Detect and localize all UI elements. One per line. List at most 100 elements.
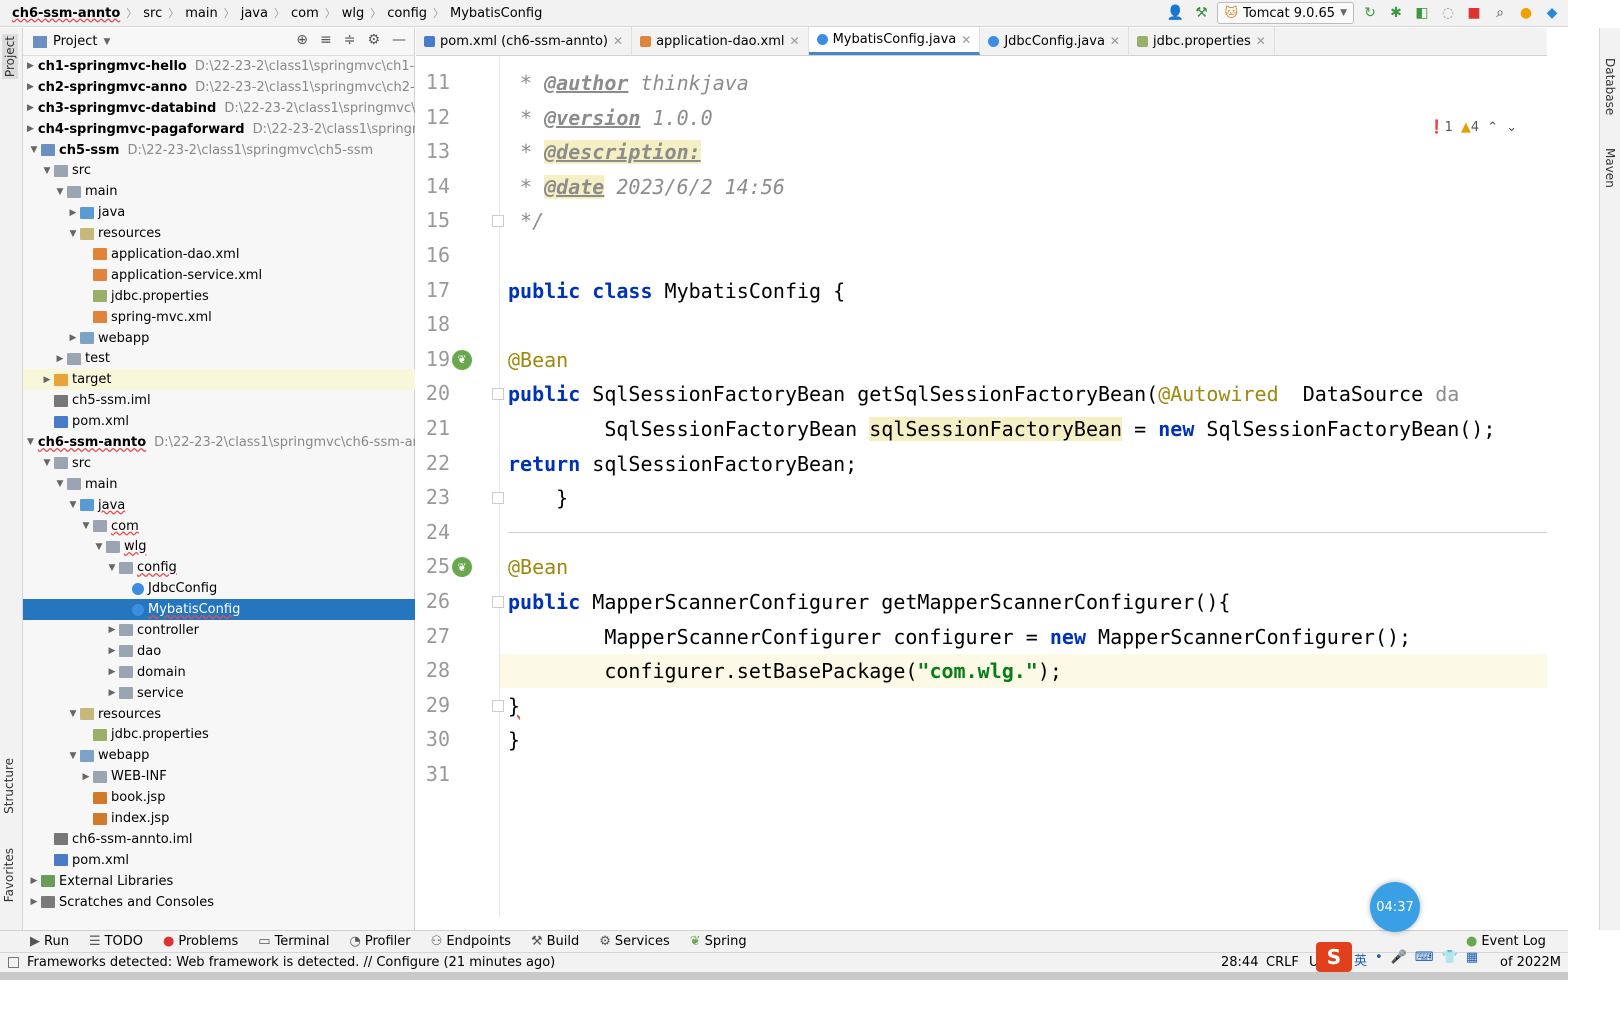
line-number[interactable]: 13 <box>420 139 450 163</box>
chevron-right-icon[interactable]: ▶ <box>27 124 34 134</box>
tree-item[interactable]: ▶ java <box>23 202 415 223</box>
tree-item[interactable]: ▼ resources <box>23 704 415 725</box>
line-number[interactable]: 25 <box>420 554 450 578</box>
chevron-down-icon[interactable]: ▼ <box>66 751 80 761</box>
line-number[interactable]: 28 <box>420 658 450 682</box>
tree-item[interactable]: ▼ main <box>23 181 415 202</box>
line-number[interactable]: 22 <box>420 451 450 475</box>
locate-icon[interactable]: ⊕ <box>296 32 308 48</box>
status-checkbox-icon[interactable] <box>8 957 19 968</box>
chevron-down-icon[interactable]: ▼ <box>92 542 106 552</box>
tree-item[interactable]: pom.xml <box>23 850 415 871</box>
code-line[interactable]: @Bean <box>508 550 568 584</box>
line-number[interactable]: 21 <box>420 416 450 440</box>
close-icon[interactable]: ✕ <box>1256 34 1266 48</box>
tree-item[interactable]: ▶ service <box>23 683 415 704</box>
structure-side-tab[interactable]: Structure <box>2 758 16 814</box>
build-hammer-icon[interactable]: ⚒ <box>1191 3 1211 23</box>
stop-icon[interactable]: ■ <box>1464 3 1484 23</box>
line-number[interactable]: 26 <box>420 589 450 613</box>
collapse-all-icon[interactable]: ≑ <box>344 32 356 48</box>
tree-item[interactable]: ▶ ch3-springmvc-databind D:\22-23-2\class1… <box>23 98 415 119</box>
line-number[interactable]: 23 <box>420 485 450 509</box>
spring-bean-icon[interactable]: ❦ <box>452 557 472 578</box>
tree-item[interactable]: ▼ ch6-ssm-annto D:\22-23-2\class1\springmv… <box>23 432 415 453</box>
line-number[interactable]: 17 <box>420 278 450 302</box>
tree-item[interactable]: ch5-ssm.iml <box>23 390 415 411</box>
code-line[interactable]: public MapperScannerConfigurer getMapper… <box>508 585 1230 619</box>
tree-item[interactable]: ▶ webapp <box>23 328 415 349</box>
tree-item[interactable]: ▼ config <box>23 557 415 578</box>
breadcrumb-item[interactable]: ch6-ssm-annto <box>12 6 120 21</box>
chevron-down-icon[interactable]: ▼ <box>53 187 67 197</box>
code-line[interactable]: * @date 2023/6/2 14:56 <box>508 170 785 204</box>
gear-icon[interactable]: ⚙ <box>367 32 380 48</box>
line-number[interactable]: 11 <box>420 70 450 94</box>
editor-tab[interactable]: JdbcConfig.java ✕ <box>980 27 1129 55</box>
chevron-down-icon[interactable]: ▼ <box>103 37 110 47</box>
shirt-icon[interactable]: 👕 <box>1442 950 1458 969</box>
code-editor[interactable]: ❗1 ▲4 ⌃ ⌄ * @author thinkjava * @version… <box>500 57 1547 917</box>
chevron-right-icon[interactable]: ▶ <box>27 61 34 71</box>
user-icon[interactable]: 👤 <box>1165 3 1185 23</box>
code-line[interactable]: * @description: <box>508 135 701 169</box>
chevron-right-icon[interactable]: ▶ <box>27 103 34 113</box>
editor-tab[interactable]: pom.xml (ch6-ssm-annto) ✕ <box>416 27 633 55</box>
favorites-side-tab[interactable]: Favorites <box>2 848 16 902</box>
line-number[interactable]: 20 <box>420 381 450 405</box>
chevron-down-icon[interactable]: ▼ <box>66 500 80 510</box>
editor-tab[interactable]: jdbc.properties ✕ <box>1129 27 1275 55</box>
code-line[interactable]: public SqlSessionFactoryBean getSqlSessi… <box>508 377 1459 411</box>
chevron-right-icon[interactable]: ▶ <box>27 876 41 886</box>
profile-icon[interactable]: ◌ <box>1438 3 1458 23</box>
tool-window-button[interactable]: ▭ Terminal <box>258 934 329 949</box>
code-line[interactable]: } <box>508 481 568 515</box>
tree-item[interactable]: ▶ Scratches and Consoles <box>23 892 415 913</box>
close-icon[interactable]: ✕ <box>1110 34 1120 48</box>
rerun-icon[interactable]: ↻ <box>1360 3 1380 23</box>
tree-item[interactable]: ▼ webapp <box>23 745 415 766</box>
chevron-down-icon[interactable]: ▼ <box>40 166 54 176</box>
code-line[interactable]: } <box>508 689 520 723</box>
expand-all-icon[interactable]: ≡ <box>320 32 332 48</box>
caret-position[interactable]: 28:44 <box>1221 955 1258 970</box>
tool-window-button[interactable]: ☰ TODO <box>89 934 143 949</box>
tool-window-button[interactable]: ⚒ Build <box>531 934 579 949</box>
chevron-down-icon[interactable]: ▼ <box>105 563 119 573</box>
chevron-right-icon[interactable]: ▶ <box>66 208 80 218</box>
code-line[interactable]: MapperScannerConfigurer configurer = new… <box>508 620 1411 654</box>
chevron-down-icon[interactable]: ▼ <box>53 479 67 489</box>
tree-item[interactable]: pom.xml <box>23 411 415 432</box>
chevron-right-icon[interactable]: ▶ <box>105 667 119 677</box>
database-side-tab[interactable]: Database <box>1603 58 1617 115</box>
line-number[interactable]: 18 <box>420 312 450 336</box>
editor-tab[interactable]: application-dao.xml ✕ <box>632 27 809 55</box>
tree-item[interactable]: ▼ src <box>23 160 415 181</box>
project-panel-title[interactable]: Project <box>53 34 97 49</box>
chevron-down-icon[interactable]: ▼ <box>40 458 54 468</box>
tree-item[interactable]: ch6-ssm-annto.iml <box>23 829 415 850</box>
tree-item[interactable]: jdbc.properties <box>23 725 415 746</box>
tree-item[interactable]: ▼ ch5-ssm D:\22-23-2\class1\springmvc\ch5-… <box>23 140 415 161</box>
debug-icon[interactable]: ✱ <box>1386 3 1406 23</box>
chevron-right-icon[interactable]: ▶ <box>79 772 93 782</box>
chevron-right-icon[interactable]: ▶ <box>66 333 80 343</box>
code-line[interactable]: public class MybatisConfig { <box>508 274 845 308</box>
breadcrumb-item[interactable]: com <box>291 6 319 21</box>
recording-timer[interactable]: 04:37 <box>1370 882 1420 932</box>
line-separator[interactable]: CRLF <box>1266 955 1299 970</box>
code-line[interactable]: configurer.setBasePackage("com.wlg."); <box>508 654 1062 688</box>
line-number[interactable]: 14 <box>420 174 450 198</box>
close-icon[interactable]: ✕ <box>613 34 623 48</box>
code-line[interactable]: return sqlSessionFactoryBean; <box>508 447 857 481</box>
tree-item[interactable]: ▶ dao <box>23 641 415 662</box>
status-message[interactable]: Frameworks detected: Web framework is de… <box>27 955 555 970</box>
tree-item[interactable]: ▶ External Libraries <box>23 871 415 892</box>
microphone-icon[interactable]: 🎤 <box>1391 950 1407 969</box>
tree-item[interactable]: ▶ domain <box>23 662 415 683</box>
editor-tab[interactable]: MybatisConfig.java ✕ <box>808 27 981 55</box>
tree-item[interactable]: ▶ ch1-springmvc-hello D:\22-23-2\class1\sp… <box>23 56 415 77</box>
chevron-down-icon[interactable]: ▼ <box>79 521 93 531</box>
chevron-down-icon[interactable]: ▼ <box>66 229 80 239</box>
chevron-down-icon[interactable]: ▼ <box>66 709 80 719</box>
